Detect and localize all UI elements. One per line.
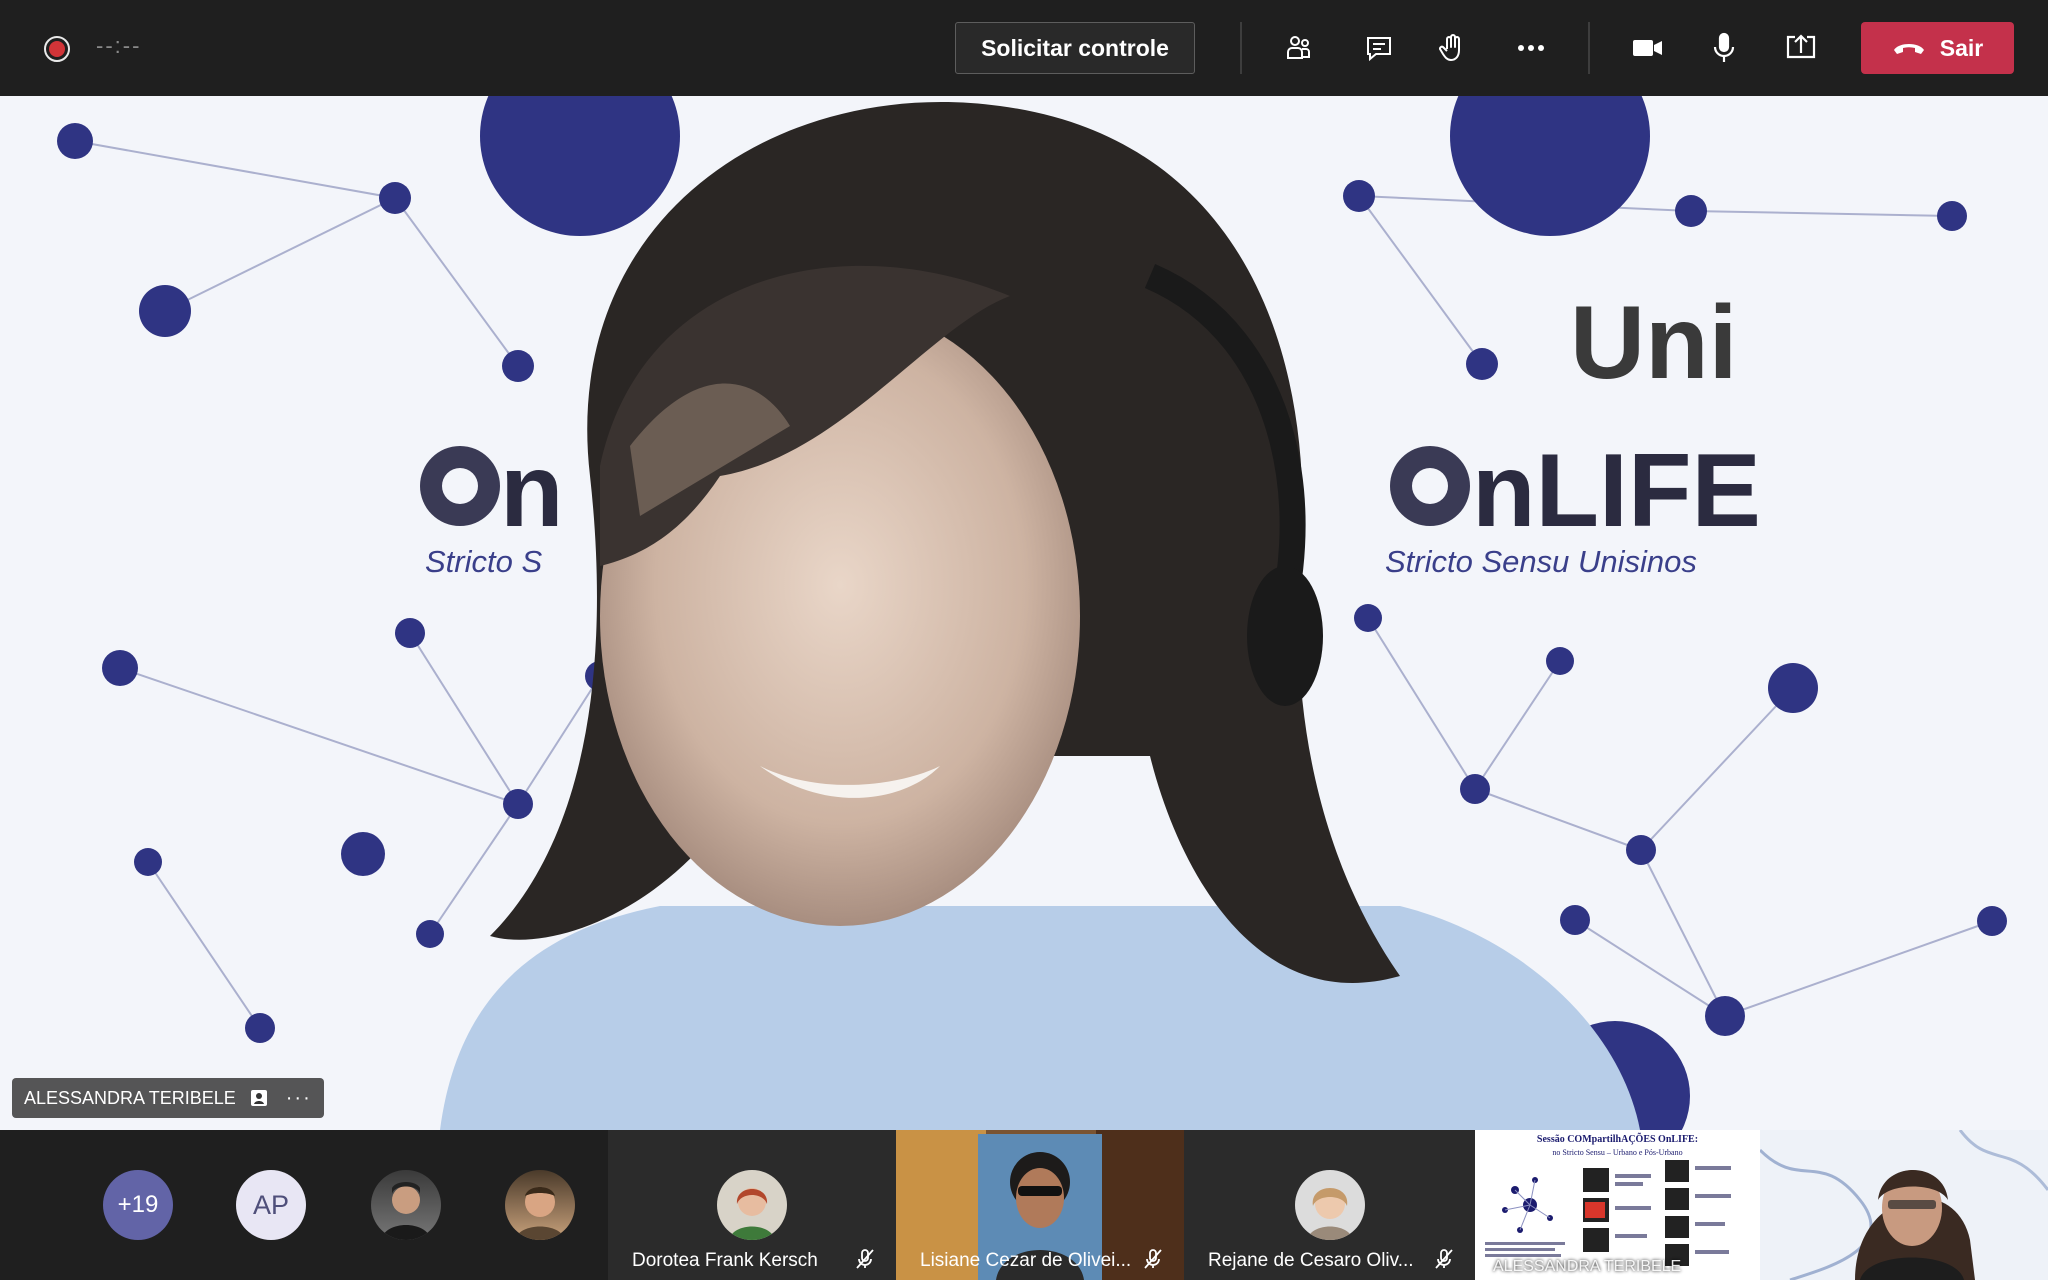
participant-avatar[interactable] (371, 1170, 441, 1240)
participant-tile[interactable]: Rejane de Cesaro Oliv... (1184, 1130, 1475, 1280)
chat-icon[interactable] (1357, 26, 1401, 70)
meeting-toolbar: --:-- Solicitar controle Sair (0, 0, 2048, 96)
participant-name: Lisiane Cezar de Olivei... (920, 1250, 1132, 1271)
participant-video (1760, 1130, 2048, 1280)
speaker-more-options-icon[interactable]: ··· (286, 1087, 312, 1110)
meeting-timer: --:-- (96, 33, 142, 58)
svg-text:n: n (500, 433, 564, 549)
participant-tile[interactable] (1760, 1130, 2048, 1280)
svg-text:Uni: Uni (1570, 285, 1738, 401)
main-video-stage: Uni nLIFE Stricto Sensu Unisinos n Stric… (0, 96, 2048, 1130)
muted-mic-icon (1435, 1249, 1453, 1269)
svg-text:Stricto Sensu Unisinos: Stricto Sensu Unisinos (1385, 544, 1697, 579)
active-speaker-label: ALESSANDRA TERIBELE ··· (12, 1078, 324, 1118)
participant-tile[interactable]: Dorotea Frank Kersch (608, 1130, 896, 1280)
leave-meeting-button[interactable]: Sair (1861, 22, 2014, 74)
speaker-video: Uni nLIFE Stricto Sensu Unisinos n Stric… (0, 96, 2048, 1130)
request-control-button[interactable]: Solicitar controle (955, 22, 1195, 74)
muted-mic-icon (1144, 1249, 1162, 1269)
camera-icon[interactable] (1625, 26, 1669, 70)
participant-name: Dorotea Frank Kersch (632, 1250, 818, 1271)
presenter-name: ALESSANDRA TERIBELE (1493, 1258, 1682, 1275)
participant-avatar (717, 1170, 787, 1240)
svg-text:nLIFE: nLIFE (1472, 433, 1761, 549)
svg-text:Stricto S: Stricto S (425, 544, 542, 579)
toolbar-divider (1588, 22, 1590, 74)
shared-content-tile[interactable]: Sessão COMpartilhAÇÕES OnLIFE: no Strict… (1475, 1130, 1760, 1280)
participant-name: Rejane de Cesaro Oliv... (1208, 1250, 1414, 1271)
toolbar-divider (1240, 22, 1242, 74)
share-screen-icon[interactable] (1779, 26, 1823, 70)
microphone-icon[interactable] (1702, 26, 1746, 70)
recording-indicator-icon (44, 36, 70, 62)
participant-avatar[interactable]: AP (236, 1170, 306, 1240)
speaker-name: ALESSANDRA TERIBELE (24, 1087, 236, 1108)
overflow-participants-button[interactable]: +19 (103, 1170, 173, 1240)
leave-label: Sair (1939, 34, 1984, 61)
participant-avatar (1294, 1170, 1365, 1240)
participants-icon[interactable] (1277, 26, 1321, 70)
participant-avatar[interactable] (505, 1170, 575, 1240)
spotlight-icon (250, 1090, 267, 1106)
raise-hand-icon[interactable] (1431, 26, 1475, 70)
muted-mic-icon (856, 1249, 874, 1269)
participant-tile[interactable]: Lisiane Cezar de Olivei... (896, 1130, 1184, 1280)
hang-up-icon (1893, 44, 1924, 54)
more-options-icon[interactable] (1509, 26, 1553, 70)
